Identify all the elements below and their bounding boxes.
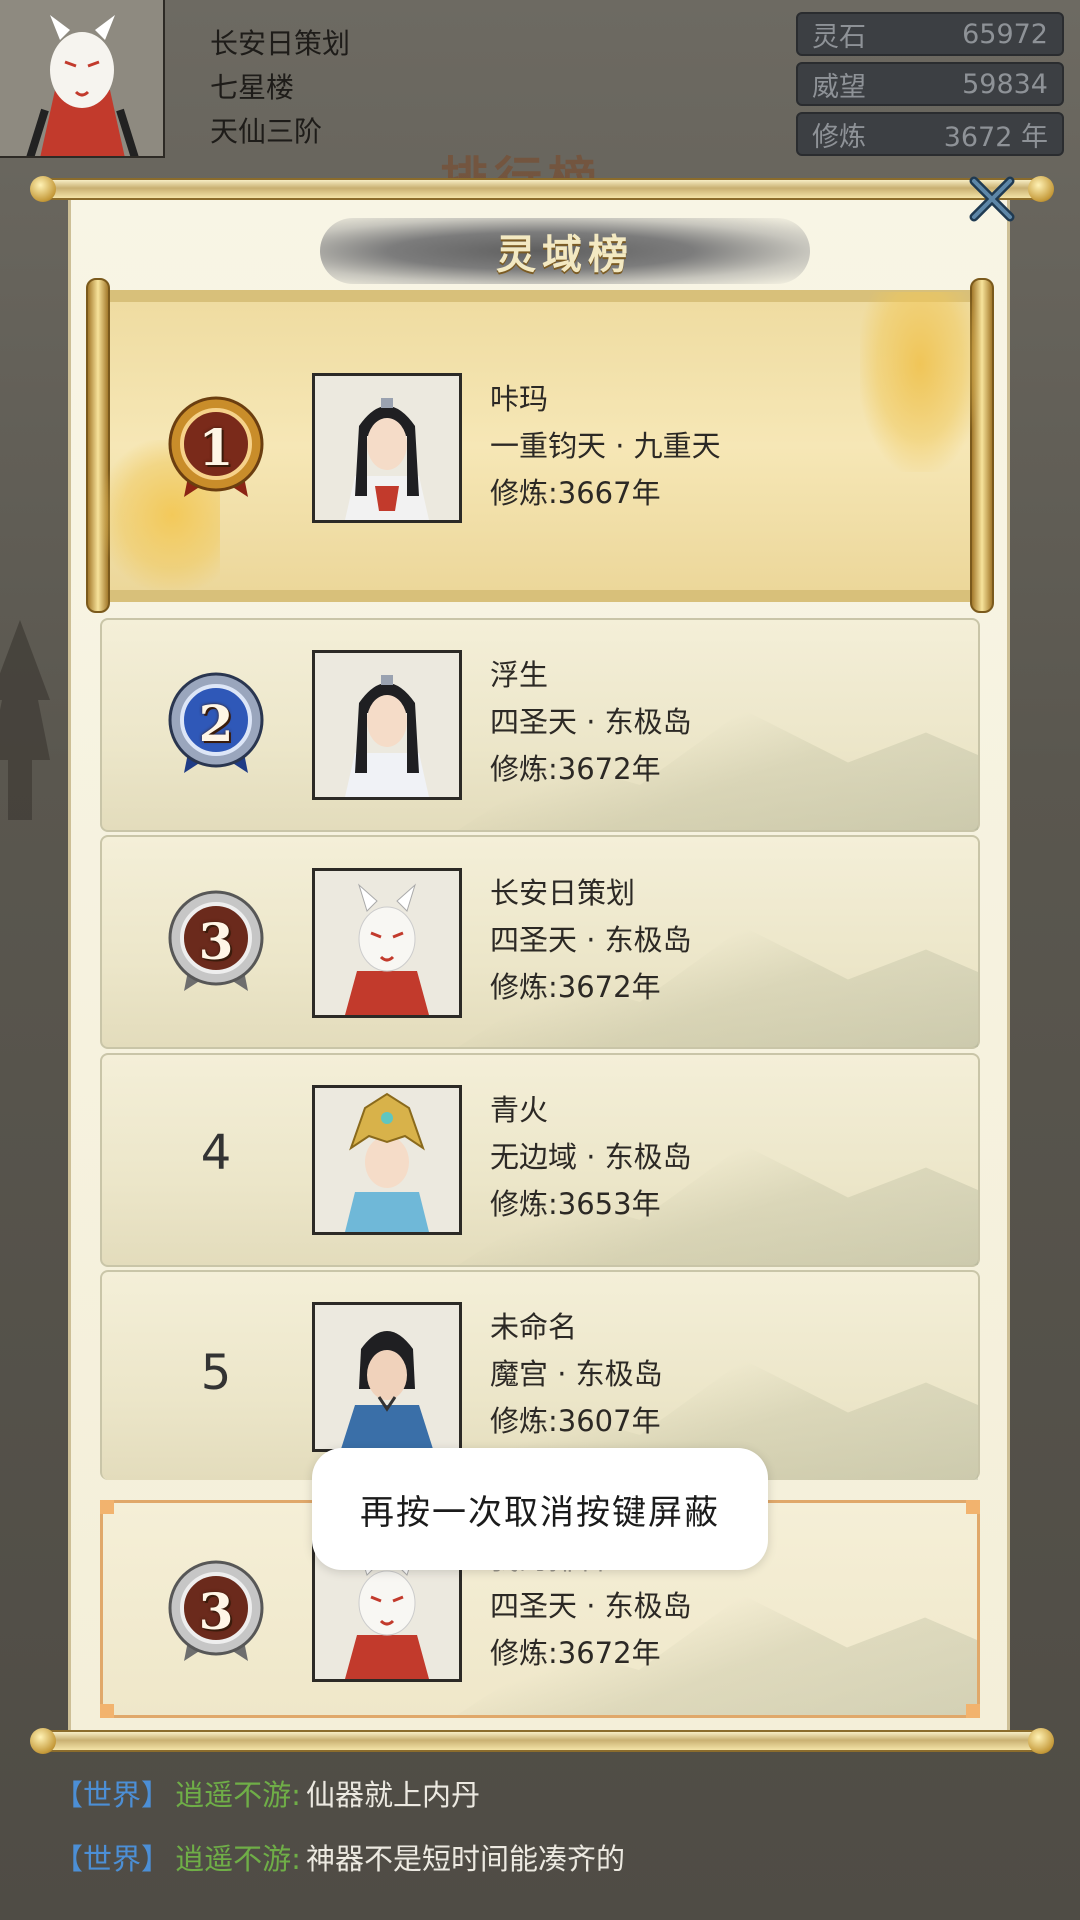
corner-ornament	[100, 1704, 114, 1718]
portrait[interactable]	[312, 868, 462, 1018]
entry-name: 青火	[490, 1093, 549, 1127]
player-header: 长安日策划 七星楼 天仙三阶 灵石 65972 威望 59834 修炼 3672…	[0, 0, 1080, 160]
entry-info: 长安日策划 四圣天 · 东极岛 修炼:3672年	[490, 870, 692, 1011]
blue-medal-icon: 2	[156, 668, 276, 778]
player-avatar[interactable]	[0, 0, 165, 158]
rank-number: 3	[198, 911, 234, 971]
entry-info: 青火 无边域 · 东极岛 修炼:3653年	[490, 1087, 692, 1228]
portrait[interactable]	[312, 373, 462, 523]
resource-cultivation: 修炼 3672 年	[796, 112, 1064, 156]
scroll-knob	[1028, 1728, 1054, 1754]
entry-realm: 魔宫 · 东极岛	[490, 1357, 663, 1391]
entry-cultivation: 修炼:3653年	[490, 1187, 661, 1221]
portrait[interactable]	[312, 1302, 462, 1452]
chat-sender: 逍遥不游:	[175, 1778, 301, 1812]
modal-title: 灵域榜	[496, 231, 634, 278]
entry-info: 未命名 魔宫 · 东极岛 修炼:3607年	[490, 1304, 663, 1445]
chat-line[interactable]: 【世界】 逍遥不游: 神器不是短时间能凑齐的	[54, 1836, 625, 1878]
chat-channel: 【世界】	[54, 1778, 171, 1812]
entry-info: 浮生 四圣天 · 东极岛 修炼:3672年	[490, 652, 692, 793]
scroll-top-rod	[36, 178, 1046, 200]
rank-number: 2	[198, 693, 234, 753]
silver-medal-icon: 3	[156, 886, 276, 996]
close-button[interactable]	[962, 172, 1022, 226]
entry-cultivation: 修炼:3672年	[490, 970, 661, 1004]
scroll-bottom-rod	[36, 1730, 1046, 1752]
my-rank-number: 3	[198, 1581, 234, 1641]
resource-value: 3672 年	[943, 121, 1048, 153]
chat-line[interactable]: 【世界】 逍遥不游: 仙器就上内丹	[54, 1772, 480, 1814]
silver-medal-icon: 3	[156, 1556, 276, 1666]
character-portrait-icon	[315, 653, 459, 797]
resource-label: 威望	[812, 71, 866, 103]
fox-mask-avatar-icon	[0, 0, 163, 156]
fox-mask-portrait-icon	[315, 871, 459, 1015]
entry-name: 未命名	[490, 1310, 578, 1344]
rank-number: 1	[198, 417, 234, 477]
entry-realm: 四圣天 · 东极岛	[490, 705, 692, 739]
entry-realm: 一重钧天 · 九重天	[490, 429, 721, 463]
entry-cultivation: 修炼:3672年	[490, 752, 661, 786]
phoenix-decoration-icon	[860, 292, 980, 472]
scroll-knob	[30, 1728, 56, 1754]
player-realm: 天仙三阶	[210, 115, 323, 148]
portrait[interactable]	[312, 650, 462, 800]
character-portrait-icon	[315, 1088, 459, 1232]
scroll-knob	[1028, 176, 1054, 202]
entry-realm: 无边域 · 东极岛	[490, 1140, 692, 1174]
chat-sender: 逍遥不游:	[175, 1842, 301, 1876]
corner-ornament	[100, 1500, 114, 1514]
my-entry-cultivation: 修炼:3672年	[490, 1636, 661, 1670]
chat-message: 仙器就上内丹	[305, 1778, 480, 1812]
resource-spirit-stone: 灵石 65972	[796, 12, 1064, 56]
portrait[interactable]	[312, 1085, 462, 1235]
entry-name: 长安日策划	[490, 876, 636, 910]
player-name: 长安日策划	[210, 27, 351, 60]
entry-cultivation: 修炼:3667年	[490, 476, 661, 510]
resource-value: 65972	[962, 18, 1048, 50]
entry-info: 咔玛 一重钧天 · 九重天 修炼:3667年	[490, 376, 721, 517]
chat-channel: 【世界】	[54, 1842, 171, 1876]
toast-message: 再按一次取消按键屏蔽	[312, 1448, 768, 1570]
gold-medal-icon: 1	[156, 392, 276, 502]
my-entry-realm: 四圣天 · 东极岛	[490, 1589, 692, 1623]
rank-number: 4	[200, 1125, 232, 1181]
entry-cultivation: 修炼:3607年	[490, 1404, 661, 1438]
modal-title-banner: 灵域榜	[320, 218, 810, 284]
chat-message: 神器不是短时间能凑齐的	[305, 1842, 625, 1876]
rank-number: 5	[200, 1345, 232, 1401]
resource-value: 59834	[962, 68, 1048, 100]
resource-prestige: 威望 59834	[796, 62, 1064, 106]
entry-realm: 四圣天 · 东极岛	[490, 923, 692, 957]
resource-label: 修炼	[812, 121, 866, 153]
corner-ornament	[966, 1704, 980, 1718]
corner-ornament	[966, 1500, 980, 1514]
entry-name: 浮生	[490, 658, 549, 692]
scroll-knob	[30, 176, 56, 202]
character-portrait-icon	[315, 376, 459, 520]
player-location: 七星楼	[210, 71, 295, 104]
resource-label: 灵石	[812, 21, 866, 53]
entry-name: 咔玛	[490, 382, 549, 416]
character-portrait-icon	[315, 1305, 459, 1449]
close-x-icon	[969, 176, 1015, 222]
